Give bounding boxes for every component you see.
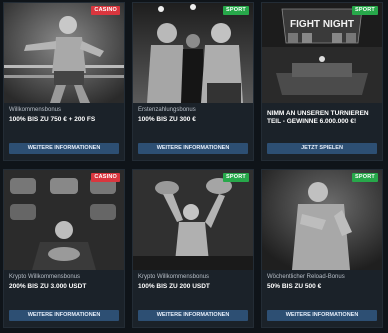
play-now-button[interactable]: JETZT SPIELEN bbox=[267, 143, 377, 154]
casino-badge: CASINO bbox=[91, 173, 120, 182]
promo-subtitle: Wöchentlicher Reload-Bonus bbox=[267, 274, 345, 280]
sport-badge: SPORT bbox=[223, 6, 249, 15]
promo-card[interactable]: SPORT Wöchentlicher Reload-Bonus 50% bis… bbox=[261, 169, 383, 328]
sport-badge: SPORT bbox=[352, 6, 378, 15]
more-info-button[interactable]: WEITERE INFORMATIONEN bbox=[138, 310, 248, 321]
promo-subtitle: Krypto Willkommensbonus bbox=[138, 274, 210, 280]
promo-image-fighter-shirtless bbox=[4, 3, 124, 103]
promo-card[interactable]: SPORT Krypto Willkommensbonus 100% bis z… bbox=[132, 169, 254, 328]
promo-card[interactable]: CASINO Krypto Willkommensbonus 200% bis … bbox=[3, 169, 125, 328]
promo-image-boxer-stance bbox=[262, 170, 382, 270]
more-info-button[interactable]: WEITERE INFORMATIONEN bbox=[267, 310, 377, 321]
promo-title: NIMM AN UNSEREN TURNIEREN TEIL - GEWINNE… bbox=[267, 110, 369, 125]
sport-badge: SPORT bbox=[223, 173, 249, 182]
promo-card[interactable]: CASINO Willkommensbonus 100% bis zu 750 … bbox=[3, 2, 125, 161]
promo-title: 200% bis zu 3.000 USDT bbox=[9, 283, 87, 290]
promo-image-fight-night-arena: FIGHT NIGHT bbox=[262, 3, 382, 103]
promo-title: 100% bis zu 300 € bbox=[138, 116, 196, 123]
promo-subtitle: Erstenzahlungsbonus bbox=[138, 107, 196, 113]
promo-image-crypto-belts bbox=[4, 170, 124, 270]
promo-card[interactable]: SPORT Erstenzahlungsbonus 100% bis zu 30… bbox=[132, 2, 254, 161]
more-info-button[interactable]: WEITERE INFORMATIONEN bbox=[9, 310, 119, 321]
promo-card[interactable]: FIGHT NIGHT SPORT NIMM AN UNSEREN TURNIE… bbox=[261, 2, 383, 161]
more-info-button[interactable]: WEITERE INFORMATIONEN bbox=[9, 143, 119, 154]
sport-badge: SPORT bbox=[352, 173, 378, 182]
more-info-button[interactable]: WEITERE INFORMATIONEN bbox=[138, 143, 248, 154]
promo-title: 50% bis zu 500 € bbox=[267, 283, 322, 290]
promo-subtitle: Willkommensbonus bbox=[9, 107, 62, 113]
promo-image-faceoff bbox=[133, 3, 253, 103]
casino-badge: CASINO bbox=[91, 6, 120, 15]
promo-image-champion-belt bbox=[133, 170, 253, 270]
promo-subtitle: Krypto Willkommensbonus bbox=[9, 274, 81, 280]
promo-title: 100% bis zu 200 USDT bbox=[138, 283, 210, 290]
promo-title: 100% bis zu 750 € + 200 FS bbox=[9, 116, 96, 123]
promotions-grid: CASINO Willkommensbonus 100% bis zu 750 … bbox=[0, 0, 388, 333]
fight-night-sign: FIGHT NIGHT bbox=[290, 19, 354, 30]
